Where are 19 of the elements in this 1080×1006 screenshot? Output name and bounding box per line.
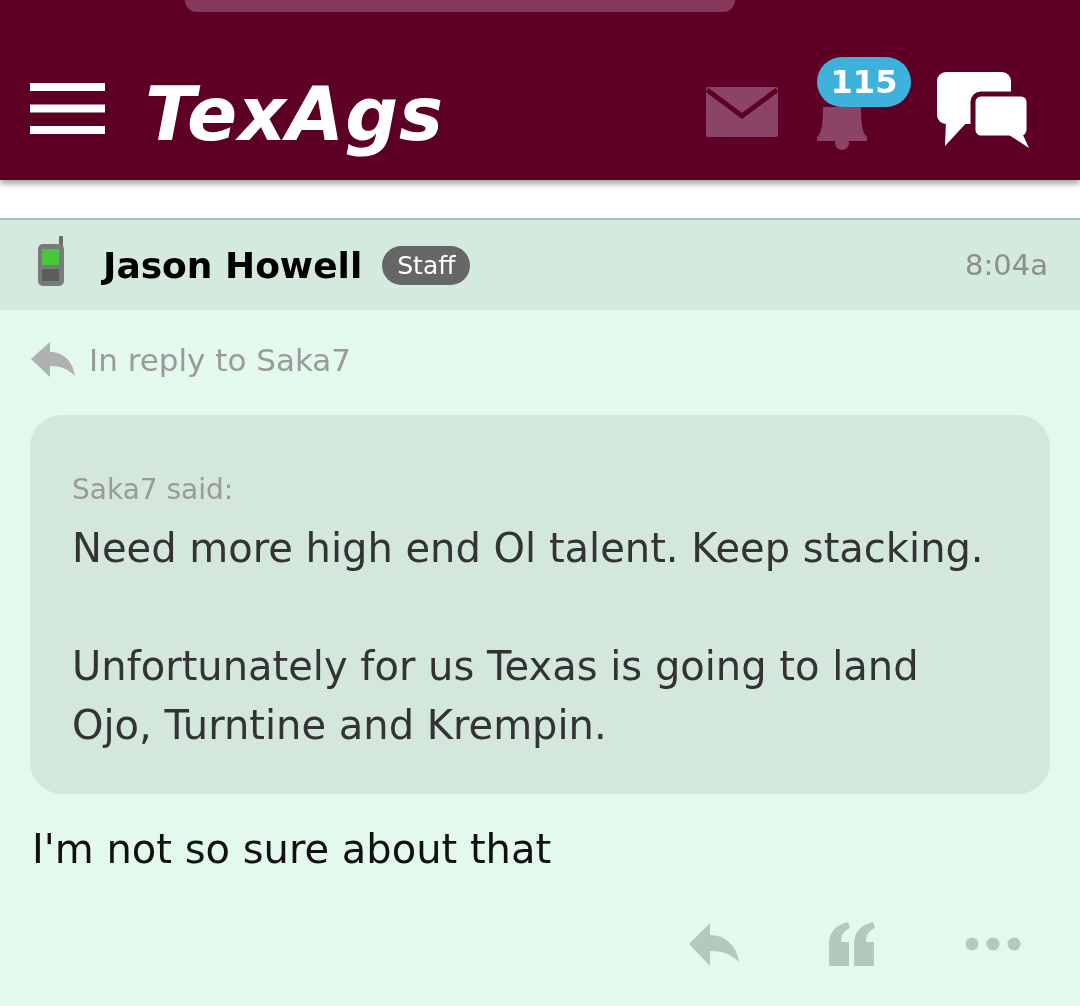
notification-count-badge: 115 xyxy=(817,57,911,107)
reply-icon[interactable] xyxy=(689,922,739,966)
chat-icon[interactable] xyxy=(937,71,1032,149)
quote-attribution: Saka7 said: xyxy=(72,472,234,508)
mail-icon[interactable] xyxy=(706,87,778,137)
quote-icon[interactable] xyxy=(829,922,875,966)
post-time: 8:04a xyxy=(965,248,1048,282)
reply-arrow-icon xyxy=(31,342,75,377)
role-badge: Staff xyxy=(382,245,471,285)
more-icon[interactable] xyxy=(965,937,1021,951)
post-text: I'm not so sure about that xyxy=(32,825,553,874)
search-field[interactable] xyxy=(185,0,735,12)
phone-icon xyxy=(37,236,65,286)
logo[interactable]: TexAgs xyxy=(143,67,453,161)
quote-text: Unfortunately for us Texas is going to land Ojo, Turntine and Krempin. xyxy=(72,642,920,750)
quote-text: Need more high end Ol talent. Keep stacking. xyxy=(72,524,984,573)
menu-icon[interactable] xyxy=(30,82,105,134)
author-name[interactable]: Jason Howell xyxy=(103,244,363,286)
bell-icon[interactable] xyxy=(817,107,867,150)
